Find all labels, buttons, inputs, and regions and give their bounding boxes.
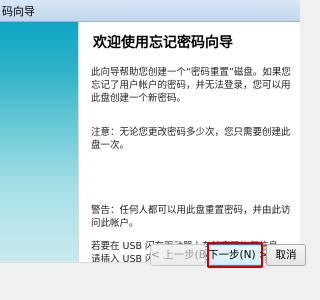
wizard-footer — [0, 262, 300, 300]
wizard-side-banner — [0, 22, 78, 262]
window-titlebar[interactable]: 码向导 — [0, 0, 300, 22]
back-button[interactable]: < 上一步(B) — [150, 244, 210, 266]
wizard-heading: 欢迎使用忘记密码向导 — [93, 35, 233, 51]
cancel-button[interactable]: 取消 — [266, 244, 306, 266]
window-title: 码向导 — [2, 5, 35, 18]
wizard-content: 欢迎使用忘记密码向导 此向导帮助您创建一个“密码重置”磁盘。如果您忘记了用户帐户… — [78, 22, 300, 262]
intro-paragraph: 此向导帮助您创建一个“密码重置”磁盘。如果您忘记了用户帐户的密码，并无法登录，您… — [91, 67, 291, 104]
next-button[interactable]: 下一步(N) > — [207, 244, 268, 266]
warning-paragraph: 警告：任何人都可以用此盘重置密码，并由此访问此帐户。 — [91, 205, 291, 229]
note-paragraph: 注意：无论您更改密码多少次，您只需要创建此盘一次。 — [91, 127, 291, 151]
